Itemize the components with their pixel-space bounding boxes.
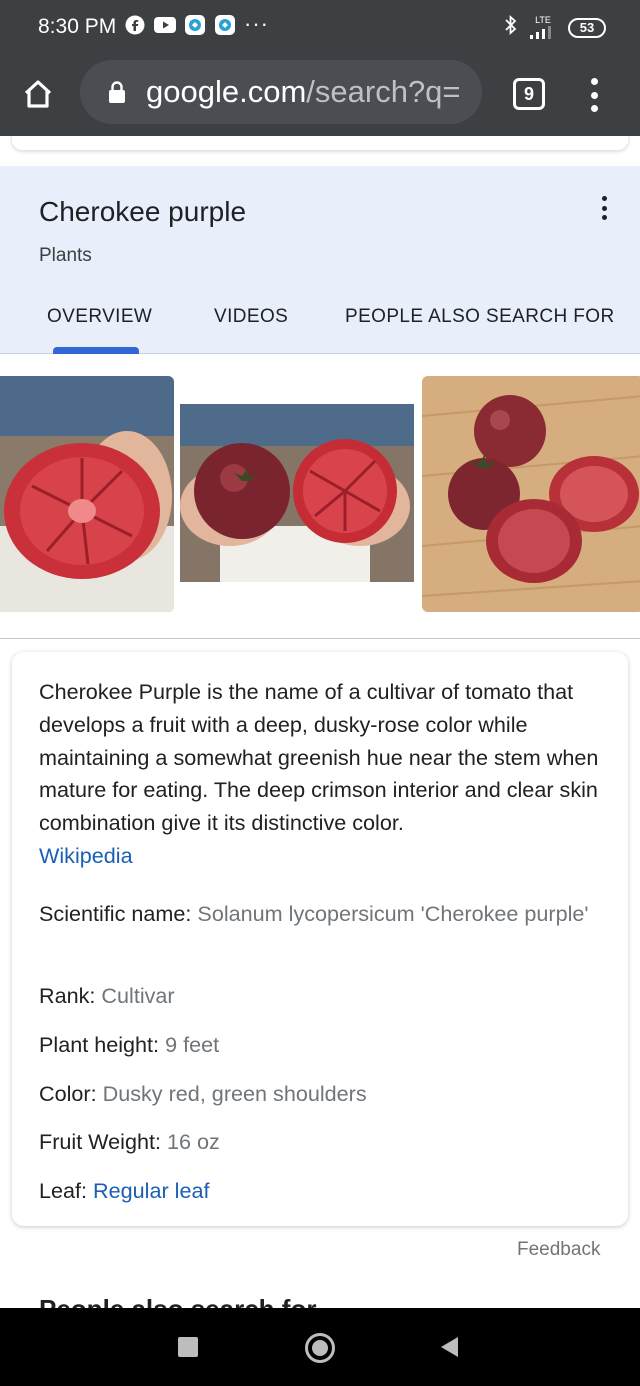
battery-icon: 53 [568,17,606,38]
description-text: Cherokee Purple is the name of a cultiva… [39,676,609,873]
app-icon [184,14,206,36]
status-time: 8:30 PM [38,15,117,38]
leaf-type-link[interactable]: Regular leaf [93,1178,209,1203]
fact-value: 9 feet [165,1032,220,1057]
signal-icon: LTE [528,16,558,39]
facebook-icon [124,14,146,36]
description-card: Cherokee Purple is the name of a cultiva… [12,652,628,1226]
tomato-image-2[interactable] [180,376,414,612]
tab-videos[interactable]: VIDEOS [214,306,288,328]
fact-value: Dusky red, green shoulders [102,1081,367,1106]
system-navigation-bar [0,1308,640,1386]
recents-button[interactable] [178,1337,198,1357]
section-divider [0,638,640,639]
tomato-image-1[interactable] [0,376,174,612]
fact-label: Leaf: [39,1178,88,1203]
status-bar: 8:30 PM ··· LTE 53 [0,0,640,56]
address-bar[interactable]: google.com/search?q= [80,60,482,124]
image-carousel[interactable] [0,376,640,612]
fact-scientific-name: Scientific name: Solanum lycopersicum 'C… [39,898,609,931]
tab-overview[interactable]: OVERVIEW [47,306,152,328]
description-body: Cherokee Purple is the name of a cultiva… [39,679,599,836]
fact-label: Plant height: [39,1032,160,1057]
home-button[interactable] [305,1333,335,1363]
tab-people-also-search-for[interactable]: PEOPLE ALSO SEARCH FOR [345,306,615,328]
fact-label: Fruit Weight: [39,1129,162,1154]
kp-title: Cherokee purple [39,196,247,227]
app-icon [214,14,236,36]
tab-switcher-button[interactable]: 9 [513,78,545,110]
fact-plant-height: Plant height: 9 feet [39,1029,609,1062]
home-icon[interactable] [20,76,56,112]
back-button[interactable] [441,1337,458,1357]
previous-card [12,136,628,150]
knowledge-panel-header: Cherokee purple Plants OVERVIEW VIDEOS P… [0,166,640,354]
fact-label: Scientific name: [39,901,192,926]
feedback-link[interactable]: Feedback [517,1239,600,1261]
search-results-page: Cherokee purple Plants OVERVIEW VIDEOS P… [0,136,640,1308]
youtube-icon [154,14,176,36]
notification-icons [124,14,236,36]
fact-label: Rank: [39,983,96,1008]
more-notifications-icon: ··· [244,11,269,36]
url-domain: google.com [146,74,307,109]
fact-leaf: Leaf: Regular leaf [39,1175,609,1208]
fact-color: Color: Dusky red, green shoulders [39,1078,609,1111]
fact-value: 16 oz [167,1129,220,1154]
browser-toolbar: google.com/search?q= 9 [0,56,640,136]
active-tab-indicator [53,347,139,354]
more-options-icon[interactable] [596,196,612,220]
wikipedia-link[interactable]: Wikipedia [39,843,133,868]
browser-menu-icon[interactable] [584,74,604,116]
fact-fruit-weight: Fruit Weight: 16 oz [39,1126,609,1159]
fact-rank: Rank: Cultivar [39,980,609,1013]
kp-subtitle: Plants [39,245,92,266]
bluetooth-icon [504,14,518,41]
fact-value: Cultivar [101,983,175,1008]
lock-icon [109,81,125,103]
people-also-search-for-heading: People also search for [39,1294,316,1308]
fact-label: Color: [39,1081,97,1106]
fact-value: Solanum lycopersicum 'Cherokee purple' [197,901,589,926]
url-path: /search?q= [306,74,461,109]
network-type: LTE [535,15,551,25]
tomato-image-3[interactable] [422,376,640,612]
system-icons: LTE 53 [504,14,606,41]
